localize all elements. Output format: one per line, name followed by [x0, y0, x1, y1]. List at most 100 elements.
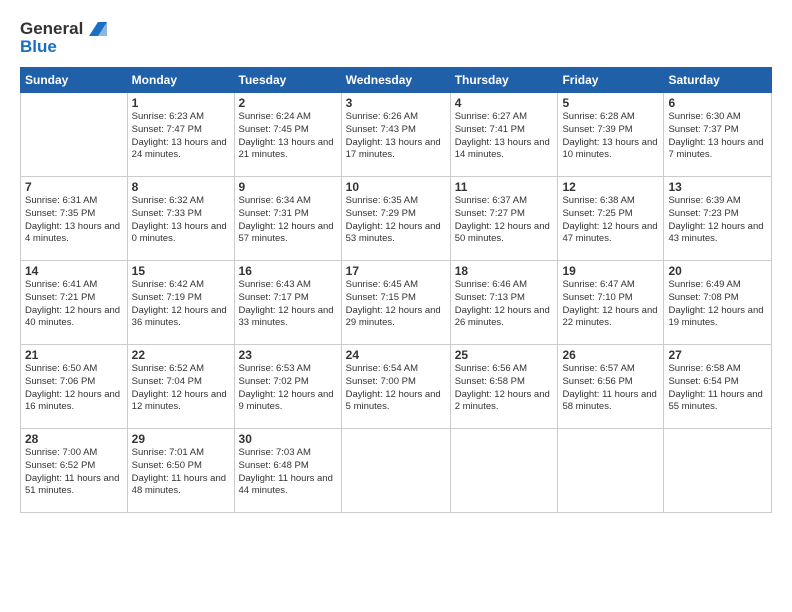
weekday-header-saturday: Saturday [664, 68, 772, 93]
calendar-cell: 3Sunrise: 6:26 AMSunset: 7:43 PMDaylight… [341, 93, 450, 177]
calendar-cell: 10Sunrise: 6:35 AMSunset: 7:29 PMDayligh… [341, 177, 450, 261]
calendar-cell: 18Sunrise: 6:46 AMSunset: 7:13 PMDayligh… [450, 261, 558, 345]
day-info: Sunrise: 6:57 AMSunset: 6:56 PMDaylight:… [562, 363, 659, 414]
calendar-cell: 29Sunrise: 7:01 AMSunset: 6:50 PMDayligh… [127, 429, 234, 513]
day-number: 28 [25, 432, 123, 446]
day-number: 27 [668, 348, 767, 362]
day-info: Sunrise: 6:42 AMSunset: 7:19 PMDaylight:… [132, 279, 230, 330]
day-info: Sunrise: 6:54 AMSunset: 7:00 PMDaylight:… [346, 363, 446, 414]
day-info: Sunrise: 6:56 AMSunset: 6:58 PMDaylight:… [455, 363, 554, 414]
calendar-cell: 1Sunrise: 6:23 AMSunset: 7:47 PMDaylight… [127, 93, 234, 177]
day-info: Sunrise: 6:43 AMSunset: 7:17 PMDaylight:… [239, 279, 337, 330]
day-number: 10 [346, 180, 446, 194]
calendar-cell: 11Sunrise: 6:37 AMSunset: 7:27 PMDayligh… [450, 177, 558, 261]
day-number: 13 [668, 180, 767, 194]
weekday-header-row: SundayMondayTuesdayWednesdayThursdayFrid… [21, 68, 772, 93]
day-number: 11 [455, 180, 554, 194]
calendar-cell: 27Sunrise: 6:58 AMSunset: 6:54 PMDayligh… [664, 345, 772, 429]
calendar-cell: 4Sunrise: 6:27 AMSunset: 7:41 PMDaylight… [450, 93, 558, 177]
day-number: 23 [239, 348, 337, 362]
page: General Blue SundayMondayTuesdayWednesda… [0, 0, 792, 612]
calendar-cell: 5Sunrise: 6:28 AMSunset: 7:39 PMDaylight… [558, 93, 664, 177]
calendar-cell: 25Sunrise: 6:56 AMSunset: 6:58 PMDayligh… [450, 345, 558, 429]
weekday-header-tuesday: Tuesday [234, 68, 341, 93]
logo-blue-text: Blue [20, 37, 107, 57]
day-info: Sunrise: 6:34 AMSunset: 7:31 PMDaylight:… [239, 195, 337, 246]
calendar-cell: 23Sunrise: 6:53 AMSunset: 7:02 PMDayligh… [234, 345, 341, 429]
calendar-cell: 19Sunrise: 6:47 AMSunset: 7:10 PMDayligh… [558, 261, 664, 345]
day-info: Sunrise: 6:37 AMSunset: 7:27 PMDaylight:… [455, 195, 554, 246]
day-number: 5 [562, 96, 659, 110]
week-row-3: 14Sunrise: 6:41 AMSunset: 7:21 PMDayligh… [21, 261, 772, 345]
day-info: Sunrise: 6:35 AMSunset: 7:29 PMDaylight:… [346, 195, 446, 246]
calendar-cell: 12Sunrise: 6:38 AMSunset: 7:25 PMDayligh… [558, 177, 664, 261]
day-number: 6 [668, 96, 767, 110]
week-row-2: 7Sunrise: 6:31 AMSunset: 7:35 PMDaylight… [21, 177, 772, 261]
calendar-cell: 8Sunrise: 6:32 AMSunset: 7:33 PMDaylight… [127, 177, 234, 261]
logo-general-text: General [20, 19, 83, 39]
weekday-header-wednesday: Wednesday [341, 68, 450, 93]
logo: General Blue [20, 18, 107, 57]
calendar-cell [664, 429, 772, 513]
week-row-5: 28Sunrise: 7:00 AMSunset: 6:52 PMDayligh… [21, 429, 772, 513]
day-info: Sunrise: 6:30 AMSunset: 7:37 PMDaylight:… [668, 111, 767, 162]
day-number: 25 [455, 348, 554, 362]
calendar-cell: 13Sunrise: 6:39 AMSunset: 7:23 PMDayligh… [664, 177, 772, 261]
day-number: 30 [239, 432, 337, 446]
day-number: 20 [668, 264, 767, 278]
week-row-1: 1Sunrise: 6:23 AMSunset: 7:47 PMDaylight… [21, 93, 772, 177]
day-number: 4 [455, 96, 554, 110]
day-info: Sunrise: 6:27 AMSunset: 7:41 PMDaylight:… [455, 111, 554, 162]
day-number: 19 [562, 264, 659, 278]
day-info: Sunrise: 6:58 AMSunset: 6:54 PMDaylight:… [668, 363, 767, 414]
day-info: Sunrise: 6:39 AMSunset: 7:23 PMDaylight:… [668, 195, 767, 246]
day-info: Sunrise: 6:41 AMSunset: 7:21 PMDaylight:… [25, 279, 123, 330]
day-info: Sunrise: 6:47 AMSunset: 7:10 PMDaylight:… [562, 279, 659, 330]
day-number: 18 [455, 264, 554, 278]
day-info: Sunrise: 6:31 AMSunset: 7:35 PMDaylight:… [25, 195, 123, 246]
day-info: Sunrise: 6:23 AMSunset: 7:47 PMDaylight:… [132, 111, 230, 162]
day-number: 7 [25, 180, 123, 194]
day-info: Sunrise: 6:24 AMSunset: 7:45 PMDaylight:… [239, 111, 337, 162]
day-number: 21 [25, 348, 123, 362]
day-info: Sunrise: 6:50 AMSunset: 7:06 PMDaylight:… [25, 363, 123, 414]
calendar-cell: 21Sunrise: 6:50 AMSunset: 7:06 PMDayligh… [21, 345, 128, 429]
day-number: 14 [25, 264, 123, 278]
day-number: 1 [132, 96, 230, 110]
calendar-cell: 26Sunrise: 6:57 AMSunset: 6:56 PMDayligh… [558, 345, 664, 429]
calendar-cell: 14Sunrise: 6:41 AMSunset: 7:21 PMDayligh… [21, 261, 128, 345]
calendar-cell: 2Sunrise: 6:24 AMSunset: 7:45 PMDaylight… [234, 93, 341, 177]
day-info: Sunrise: 6:26 AMSunset: 7:43 PMDaylight:… [346, 111, 446, 162]
calendar-cell: 16Sunrise: 6:43 AMSunset: 7:17 PMDayligh… [234, 261, 341, 345]
day-info: Sunrise: 6:46 AMSunset: 7:13 PMDaylight:… [455, 279, 554, 330]
day-info: Sunrise: 7:01 AMSunset: 6:50 PMDaylight:… [132, 447, 230, 498]
calendar-cell: 17Sunrise: 6:45 AMSunset: 7:15 PMDayligh… [341, 261, 450, 345]
day-number: 24 [346, 348, 446, 362]
day-info: Sunrise: 7:00 AMSunset: 6:52 PMDaylight:… [25, 447, 123, 498]
weekday-header-friday: Friday [558, 68, 664, 93]
calendar-cell: 9Sunrise: 6:34 AMSunset: 7:31 PMDaylight… [234, 177, 341, 261]
calendar-cell: 28Sunrise: 7:00 AMSunset: 6:52 PMDayligh… [21, 429, 128, 513]
day-info: Sunrise: 6:45 AMSunset: 7:15 PMDaylight:… [346, 279, 446, 330]
day-info: Sunrise: 6:38 AMSunset: 7:25 PMDaylight:… [562, 195, 659, 246]
day-info: Sunrise: 6:49 AMSunset: 7:08 PMDaylight:… [668, 279, 767, 330]
day-number: 17 [346, 264, 446, 278]
weekday-header-thursday: Thursday [450, 68, 558, 93]
day-number: 8 [132, 180, 230, 194]
day-number: 3 [346, 96, 446, 110]
day-number: 29 [132, 432, 230, 446]
calendar-cell: 15Sunrise: 6:42 AMSunset: 7:19 PMDayligh… [127, 261, 234, 345]
weekday-header-sunday: Sunday [21, 68, 128, 93]
day-number: 26 [562, 348, 659, 362]
calendar-cell: 7Sunrise: 6:31 AMSunset: 7:35 PMDaylight… [21, 177, 128, 261]
calendar-cell [21, 93, 128, 177]
calendar-cell [450, 429, 558, 513]
day-number: 2 [239, 96, 337, 110]
calendar-cell: 20Sunrise: 6:49 AMSunset: 7:08 PMDayligh… [664, 261, 772, 345]
day-info: Sunrise: 6:53 AMSunset: 7:02 PMDaylight:… [239, 363, 337, 414]
day-number: 15 [132, 264, 230, 278]
logo-icon [85, 18, 107, 40]
calendar-cell [341, 429, 450, 513]
day-number: 22 [132, 348, 230, 362]
calendar-cell: 22Sunrise: 6:52 AMSunset: 7:04 PMDayligh… [127, 345, 234, 429]
